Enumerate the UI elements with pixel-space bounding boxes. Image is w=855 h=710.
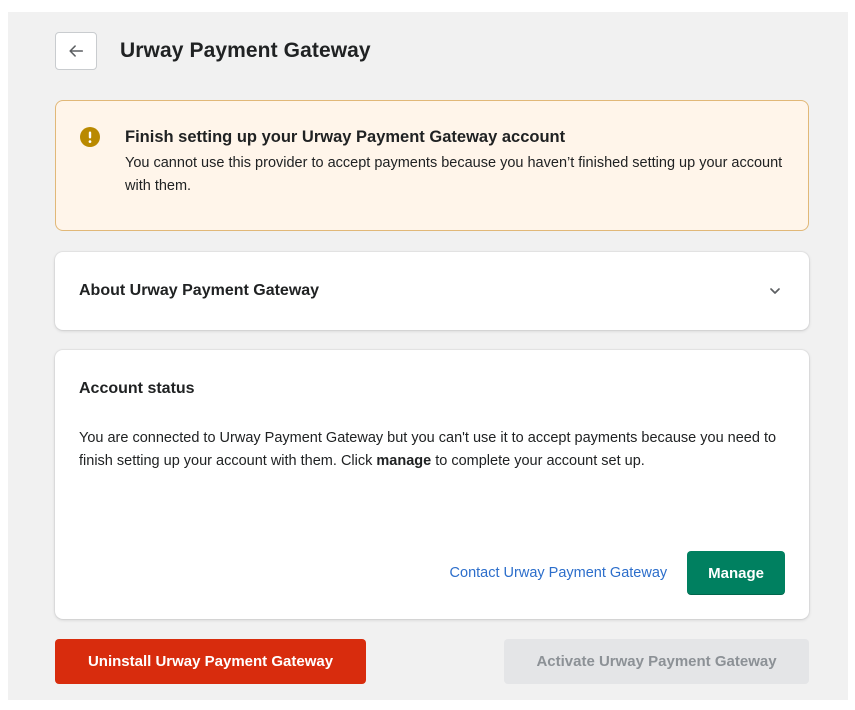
account-status-title: Account status	[79, 380, 195, 397]
page-container: Urway Payment Gateway Finish setting up …	[8, 12, 848, 700]
activate-button[interactable]: Activate Urway Payment Gateway	[504, 639, 809, 684]
status-actions: Contact Urway Payment Gateway Manage	[450, 551, 785, 595]
alert-circle-icon	[80, 127, 100, 147]
banner-title: Finish setting up your Urway Payment Gat…	[125, 128, 566, 146]
banner-text: You cannot use this provider to accept p…	[125, 155, 783, 194]
uninstall-button[interactable]: Uninstall Urway Payment Gateway	[55, 639, 366, 684]
banner-body: Finish setting up your Urway Payment Gat…	[125, 126, 800, 230]
chevron-down-icon[interactable]	[765, 281, 785, 301]
account-status-card: Account status You are connected to Urwa…	[55, 350, 809, 619]
arrow-left-icon	[69, 45, 84, 57]
contact-provider-link[interactable]: Contact Urway Payment Gateway	[450, 565, 668, 581]
setup-warning-banner: Finish setting up your Urway Payment Gat…	[55, 100, 809, 231]
account-status-text: You are connected to Urway Payment Gatew…	[79, 427, 784, 473]
page-title: Urway Payment Gateway	[120, 39, 371, 62]
page-header: Urway Payment Gateway	[55, 29, 371, 73]
back-button[interactable]	[55, 32, 97, 70]
about-title: About Urway Payment Gateway	[79, 282, 320, 299]
status-text-part: to complete your account set up.	[431, 453, 645, 469]
manage-button[interactable]: Manage	[687, 551, 785, 595]
status-text-bold: manage	[376, 453, 432, 469]
about-collapsible[interactable]: About Urway Payment Gateway	[55, 252, 809, 330]
